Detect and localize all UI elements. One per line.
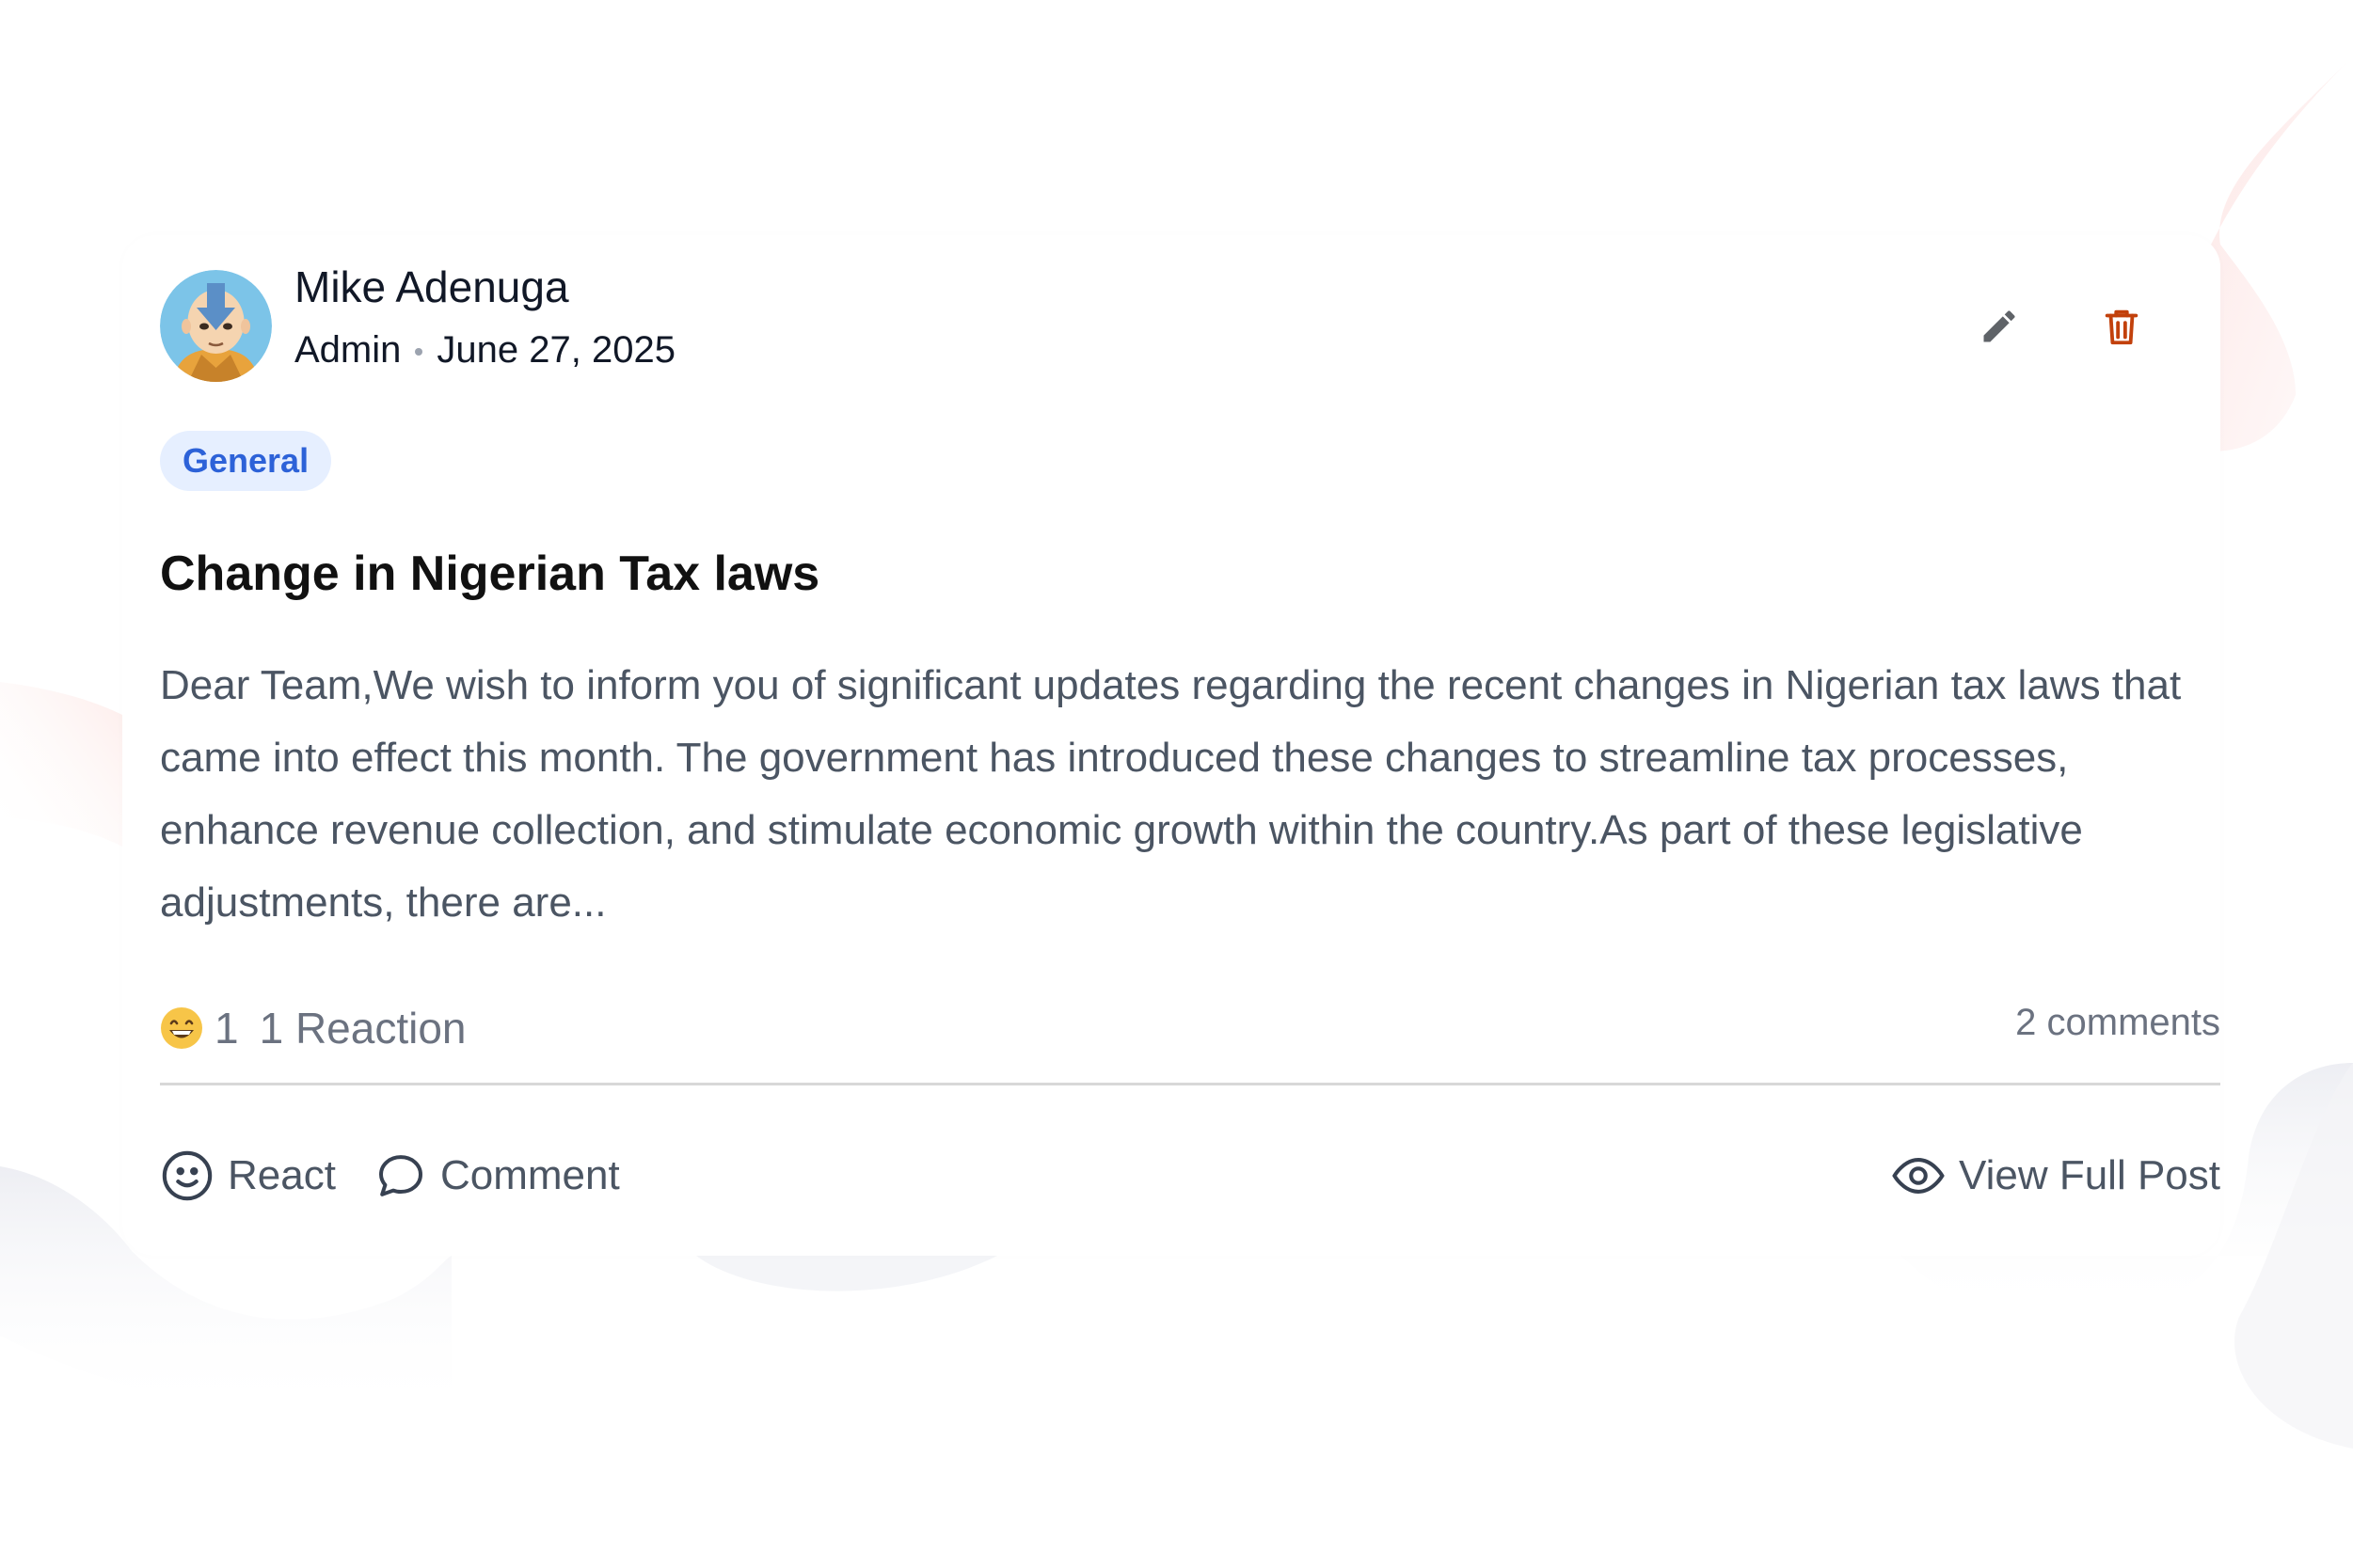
eye-icon — [1892, 1158, 1945, 1194]
author-role: Admin — [294, 329, 402, 371]
react-label: React — [228, 1152, 336, 1198]
post-date: June 27, 2025 — [437, 329, 676, 371]
smile-icon — [162, 1150, 213, 1201]
author-avatar[interactable] — [160, 270, 272, 382]
pencil-icon — [1983, 310, 2015, 342]
post-meta: Admin June 27, 2025 — [294, 329, 676, 372]
category-tag[interactable]: General — [160, 431, 332, 491]
react-button[interactable]: React — [160, 1143, 336, 1209]
delete-button[interactable] — [2096, 301, 2147, 352]
view-full-post-label: View Full Post — [1959, 1152, 2220, 1198]
reaction-summary[interactable]: 1 1 Reaction — [160, 999, 467, 1057]
author-name[interactable]: Mike Adenuga — [294, 261, 569, 312]
meta-separator-dot — [415, 348, 423, 356]
post-excerpt: Dear Team,We wish to inform you of signi… — [160, 662, 2182, 926]
avatar-illustration — [160, 270, 272, 382]
comments-count[interactable]: 2 comments — [2015, 1002, 2220, 1044]
grinning-face-icon — [161, 1007, 202, 1049]
reaction-count: 1 — [215, 1004, 239, 1053]
divider — [160, 1083, 2220, 1085]
reaction-summary-text: 1 Reaction — [259, 1004, 467, 1053]
speech-bubble-icon — [379, 1155, 422, 1196]
post-title[interactable]: Change in Nigerian Tax laws — [160, 546, 819, 602]
trash-icon — [2105, 309, 2138, 345]
comment-label: Comment — [440, 1152, 620, 1198]
post-card: Mike Adenuga Admin June 27, 2025 General … — [122, 235, 2220, 1256]
comment-button[interactable]: Comment — [374, 1143, 620, 1209]
edit-button[interactable] — [1974, 301, 2025, 352]
view-full-post-button[interactable]: View Full Post — [1891, 1143, 2220, 1209]
